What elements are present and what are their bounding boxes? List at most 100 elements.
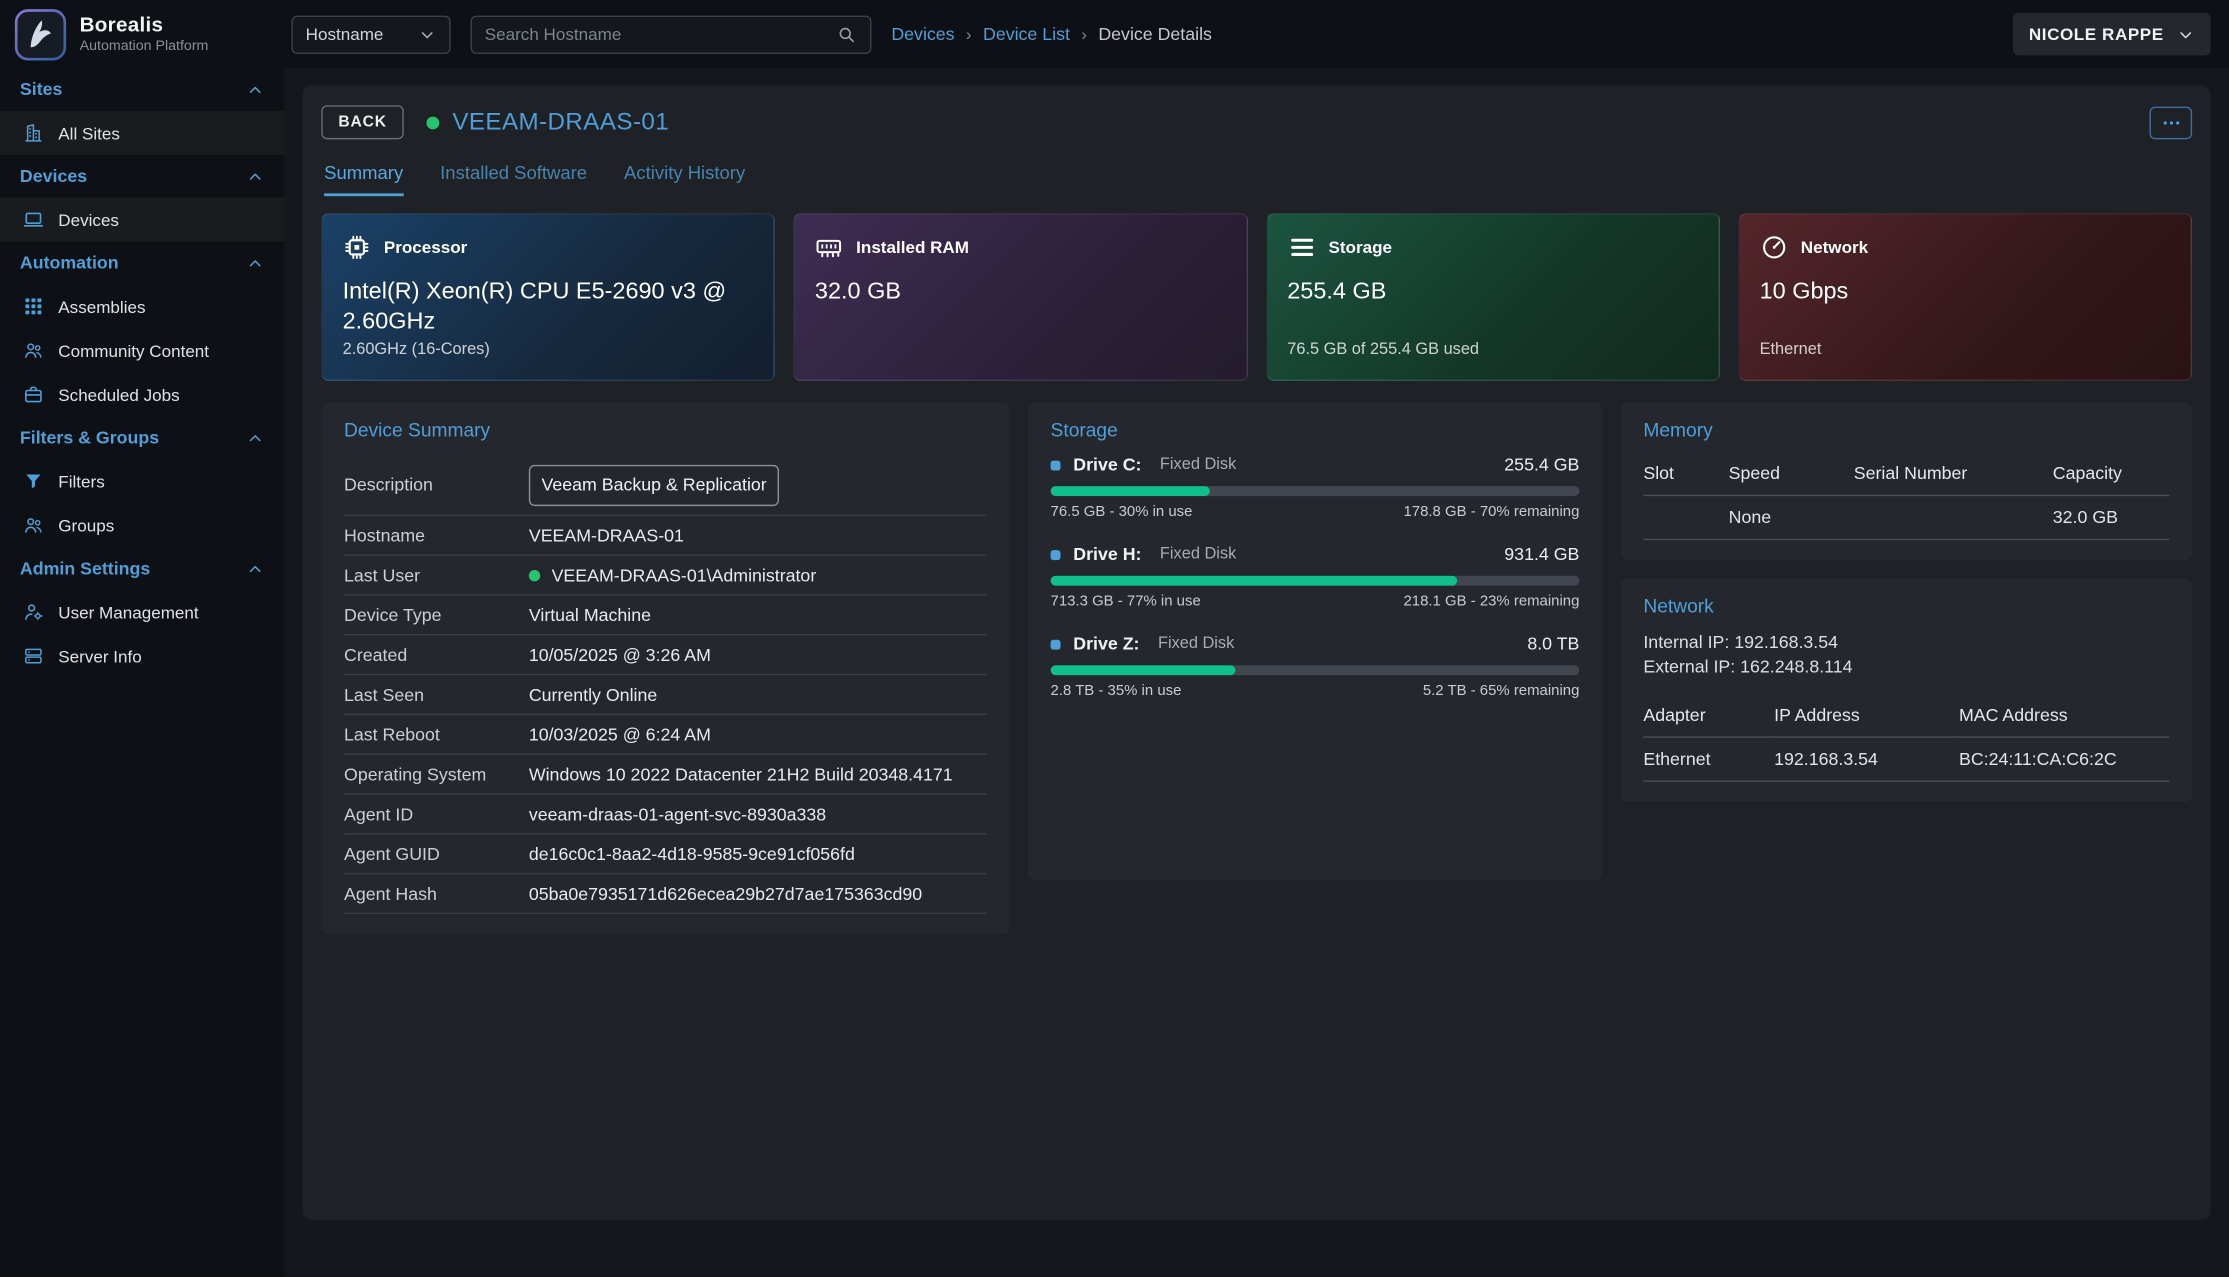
sidebar-section-filters-groups[interactable]: Filters & Groups [0, 417, 284, 460]
internal-ip-text: Internal IP: 192.168.3.54 [1643, 631, 2169, 655]
app-root: Borealis Automation Platform Sites All S… [0, 0, 2229, 1277]
select-value: Hostname [306, 24, 384, 44]
section-label: Sites [20, 80, 62, 100]
item-label: Server Info [58, 646, 141, 666]
breadcrumb-separator: › [966, 24, 972, 44]
back-button[interactable]: BACK [321, 105, 404, 139]
sidebar-item-groups[interactable]: Groups [0, 503, 284, 547]
panel-title: Device Summary [344, 419, 987, 440]
brand[interactable]: Borealis Automation Platform [0, 0, 284, 68]
content-area: BACK VEEAM-DRAAS-01 Summary Installed So… [284, 68, 2229, 1276]
section-label: Devices [20, 166, 87, 186]
device-details-panel: BACK VEEAM-DRAAS-01 Summary Installed So… [303, 85, 2211, 1219]
sidebar-section-devices[interactable]: Devices [0, 155, 284, 198]
user-name: NICOLE RAPPE [2029, 24, 2164, 44]
description-input[interactable] [529, 464, 779, 505]
item-label: Groups [58, 515, 114, 535]
breadcrumb-current: Device Details [1098, 24, 1212, 44]
section-label: Admin Settings [20, 559, 150, 579]
memory-panel: Memory Slot Speed Serial Number Capacity… [1621, 402, 2192, 560]
online-status-dot [427, 116, 440, 129]
storage-panel: Storage Drive C: Fixed Disk 255.4 GB [1028, 402, 1602, 880]
user-gear-icon [23, 601, 44, 622]
drive-icon [1051, 549, 1061, 559]
tab-activity-history[interactable]: Activity History [624, 162, 745, 196]
breadcrumb-device-list[interactable]: Device List [983, 24, 1070, 44]
external-ip-text: External IP: 162.248.8.114 [1643, 655, 2169, 679]
search-input[interactable] [485, 24, 836, 44]
stat-value: 10 Gbps [1760, 277, 2171, 306]
cpu-icon [343, 233, 371, 261]
chevron-up-icon [246, 167, 264, 185]
chevron-down-icon [418, 25, 436, 43]
building-icon [23, 122, 44, 143]
chevron-up-icon [246, 80, 264, 98]
tab-installed-software[interactable]: Installed Software [440, 162, 587, 196]
search-box [471, 15, 872, 53]
brand-logo-icon [14, 8, 67, 61]
sidebar-section-automation[interactable]: Automation [0, 242, 284, 285]
sidebar-item-scheduled-jobs[interactable]: Scheduled Jobs [0, 372, 284, 416]
item-label: User Management [58, 602, 198, 622]
online-status-dot [529, 569, 540, 580]
network-panel: Network Internal IP: 192.168.3.54 Extern… [1621, 579, 2192, 802]
ram-icon [815, 233, 843, 261]
network-cell-ip: 192.168.3.54 [1774, 737, 1959, 781]
drive-usage-fill [1051, 665, 1236, 675]
drive-c-row: Drive C: Fixed Disk 255.4 GB 76.5 GB - 3… [1051, 455, 1580, 520]
sidebar-section-sites[interactable]: Sites [0, 68, 284, 111]
summary-row-last-user: Last User VEEAM-DRAAS-01\Administrator [344, 556, 987, 596]
drive-icon [1051, 639, 1061, 649]
sidebar-item-filters[interactable]: Filters [0, 459, 284, 503]
brand-subtitle: Automation Platform [80, 38, 209, 54]
chevron-down-icon [2176, 25, 2194, 43]
drive-usage-fill [1051, 576, 1458, 586]
drive-used-text: 2.8 TB - 35% in use [1051, 682, 1182, 699]
panel-title: Memory [1643, 419, 2169, 440]
network-cell-mac: BC:24:11:CA:C6:2C [1959, 737, 2169, 781]
breadcrumb-separator: › [1081, 24, 1087, 44]
more-options-button[interactable] [2149, 106, 2192, 139]
sidebar-item-devices[interactable]: Devices [0, 198, 284, 242]
drive-remaining-text: 218.1 GB - 23% remaining [1403, 593, 1579, 610]
device-name-title: VEEAM-DRAAS-01 [452, 108, 669, 136]
breadcrumb-devices[interactable]: Devices [891, 24, 954, 44]
stat-footer [815, 341, 1226, 361]
memory-cell-speed: None [1729, 496, 1854, 540]
summary-row-agent-guid: Agent GUID de16c0c1-8aa2-4d18-9585-9ce91… [344, 834, 987, 874]
tab-summary[interactable]: Summary [324, 162, 403, 196]
drive-remaining-text: 5.2 TB - 65% remaining [1423, 682, 1580, 699]
tab-bar: Summary Installed Software Activity Hist… [324, 162, 2189, 196]
memory-cell-slot [1643, 496, 1728, 540]
drive-remaining-text: 178.8 GB - 70% remaining [1403, 503, 1579, 520]
sidebar-item-all-sites[interactable]: All Sites [0, 111, 284, 155]
device-header: BACK VEEAM-DRAAS-01 [321, 105, 2192, 139]
stat-value: 32.0 GB [815, 277, 1226, 306]
stat-card-storage: Storage 255.4 GB 76.5 GB of 255.4 GB use… [1266, 213, 1720, 381]
summary-row-last-seen: Last Seen Currently Online [344, 675, 987, 715]
sidebar-item-community-content[interactable]: Community Content [0, 328, 284, 372]
panel-title: Network [1643, 596, 2169, 617]
stat-card-row: Processor Intel(R) Xeon(R) CPU E5-2690 v… [321, 213, 2192, 381]
summary-row-operating-system: Operating System Windows 10 2022 Datacen… [344, 755, 987, 795]
sidebar-section-admin-settings[interactable]: Admin Settings [0, 547, 284, 590]
sidebar: Borealis Automation Platform Sites All S… [0, 0, 284, 1277]
hostname-filter-select[interactable]: Hostname [291, 15, 450, 53]
summary-row-last-reboot: Last Reboot 10/03/2025 @ 6:24 AM [344, 715, 987, 755]
stat-title: Installed RAM [856, 237, 969, 257]
memory-table: Slot Speed Serial Number Capacity None 3… [1643, 455, 2169, 540]
stat-title: Storage [1328, 237, 1392, 257]
user-menu[interactable]: NICOLE RAPPE [2013, 13, 2210, 56]
drive-usage-bar [1051, 576, 1580, 586]
item-label: Scheduled Jobs [58, 385, 179, 405]
topbar: Hostname Devices › Device List › Device … [284, 0, 2229, 68]
funnel-icon [23, 471, 44, 492]
item-label: Devices [58, 210, 119, 230]
drive-icon [1051, 460, 1061, 470]
sidebar-item-server-info[interactable]: Server Info [0, 634, 284, 678]
server-icon [23, 645, 44, 666]
section-label: Filters & Groups [20, 428, 159, 448]
sidebar-item-user-management[interactable]: User Management [0, 590, 284, 634]
chevron-up-icon [246, 429, 264, 447]
sidebar-item-assemblies[interactable]: Assemblies [0, 284, 284, 328]
